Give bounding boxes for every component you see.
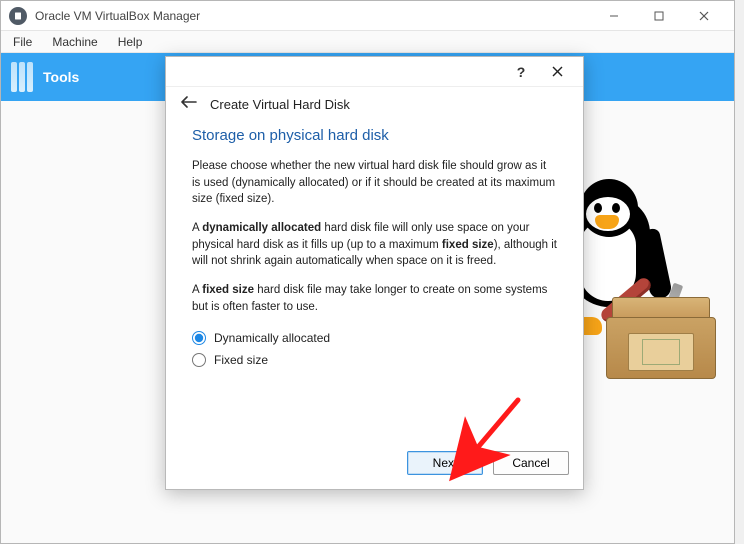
maximize-button[interactable] <box>636 2 681 30</box>
close-button[interactable] <box>681 2 726 30</box>
titlebar: Oracle VM VirtualBox Manager <box>1 1 734 31</box>
cancel-button[interactable]: Cancel <box>493 451 569 475</box>
minimize-button[interactable] <box>591 2 636 30</box>
help-button[interactable]: ? <box>503 59 539 85</box>
menubar: File Machine Help <box>1 31 734 53</box>
menu-machine[interactable]: Machine <box>42 33 107 51</box>
dialog-body: Storage on physical hard disk Please cho… <box>166 123 583 441</box>
next-button[interactable]: Next <box>407 451 483 475</box>
window-title: Oracle VM VirtualBox Manager <box>35 9 200 23</box>
dialog-close-button[interactable] <box>539 59 575 85</box>
dialog-step-title: Create Virtual Hard Disk <box>210 97 350 112</box>
description-paragraph-1: Please choose whether the new virtual ha… <box>192 158 557 208</box>
tools-icon <box>11 62 33 92</box>
dialog-actions: Next Cancel <box>166 441 583 489</box>
dialog-header: Create Virtual Hard Disk <box>166 87 583 123</box>
create-virtual-hard-disk-dialog: ? Create Virtual Hard Disk Storage on ph… <box>165 56 584 490</box>
dialog-titlebar: ? <box>166 57 583 87</box>
radio-fixed-size[interactable]: Fixed size <box>192 349 557 371</box>
tools-label: Tools <box>43 69 79 85</box>
window-controls <box>591 2 726 30</box>
description-paragraph-2: A dynamically allocated hard disk file w… <box>192 220 557 270</box>
text-bold: fixed size <box>442 239 494 251</box>
storage-type-radio-group: Dynamically allocated Fixed size <box>192 327 557 371</box>
text-bold: dynamically allocated <box>202 222 321 234</box>
radio-dynamic-input[interactable] <box>192 331 206 345</box>
toolbox-icon <box>606 289 716 379</box>
text-fragment: A <box>192 222 202 234</box>
radio-fixed-input[interactable] <box>192 353 206 367</box>
radio-fixed-label: Fixed size <box>214 353 268 367</box>
menu-help[interactable]: Help <box>108 33 153 51</box>
text-fragment: A <box>192 284 202 296</box>
back-button[interactable] <box>180 95 198 113</box>
menu-file[interactable]: File <box>3 33 42 51</box>
radio-dynamic-label: Dynamically allocated <box>214 331 330 345</box>
section-heading: Storage on physical hard disk <box>192 127 557 144</box>
app-icon <box>9 7 27 25</box>
description-paragraph-3: A fixed size hard disk file may take lon… <box>192 282 557 315</box>
text-bold: fixed size <box>202 284 254 296</box>
radio-dynamically-allocated[interactable]: Dynamically allocated <box>192 327 557 349</box>
